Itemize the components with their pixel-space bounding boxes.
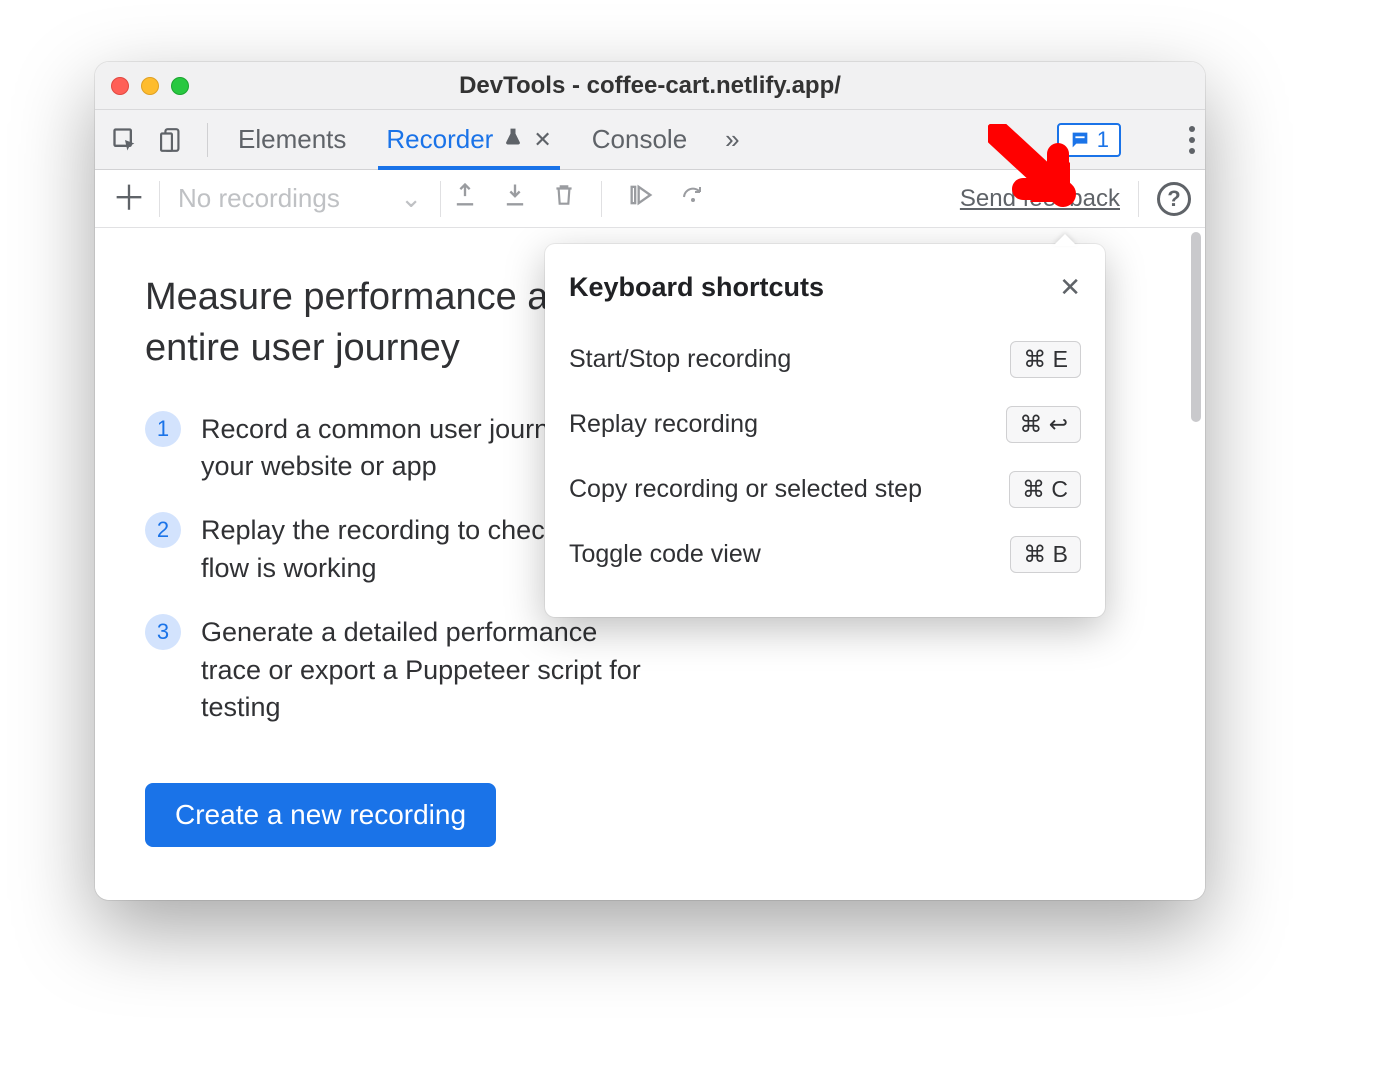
toolbar-actions: [451, 181, 708, 217]
divider: [207, 123, 208, 157]
tab-elements-label: Elements: [238, 124, 346, 155]
device-toolbar-icon[interactable]: [153, 120, 193, 160]
shortcut-label: Replay recording: [569, 410, 758, 439]
shortcut-row: Copy recording or selected step ⌘ C: [569, 457, 1081, 522]
shortcut-keys: ⌘ B: [1010, 536, 1081, 573]
step-number: 3: [145, 614, 181, 650]
titlebar: DevTools - coffee-cart.netlify.app/: [95, 62, 1205, 110]
more-tabs-icon[interactable]: »: [725, 124, 739, 155]
divider: [440, 181, 441, 217]
divider: [159, 181, 160, 217]
annotation-arrow-icon: [988, 124, 1078, 214]
recordings-select-label: No recordings: [178, 183, 340, 214]
shortcut-keys: ⌘ ↩: [1006, 406, 1081, 443]
step-number: 1: [145, 411, 181, 447]
shortcuts-popover: Keyboard shortcuts ✕ Start/Stop recordin…: [545, 244, 1105, 617]
tab-recorder[interactable]: Recorder ✕: [378, 110, 559, 169]
close-tab-icon[interactable]: ✕: [533, 127, 551, 153]
divider: [601, 181, 602, 217]
add-recording-button[interactable]: ＋: [109, 179, 149, 219]
tab-console-label: Console: [592, 124, 687, 155]
step-number: 2: [145, 512, 181, 548]
export-icon[interactable]: [451, 181, 479, 216]
play-icon[interactable]: [626, 181, 656, 216]
shortcut-label: Start/Stop recording: [569, 345, 791, 374]
step-icon[interactable]: [678, 183, 708, 214]
window-title: DevTools - coffee-cart.netlify.app/: [95, 72, 1205, 100]
scrollbar-thumb[interactable]: [1191, 232, 1201, 422]
create-recording-button[interactable]: Create a new recording: [145, 783, 496, 847]
tab-console[interactable]: Console: [584, 110, 695, 169]
tab-strip: Elements Recorder ✕ Console »: [230, 110, 740, 169]
shortcut-label: Copy recording or selected step: [569, 475, 922, 504]
kebab-menu-icon[interactable]: [1189, 126, 1195, 154]
step-item: 3 Generate a detailed performance trace …: [145, 614, 1155, 727]
divider: [1138, 181, 1139, 217]
tab-elements[interactable]: Elements: [230, 110, 354, 169]
flask-icon: [503, 124, 523, 155]
shortcut-label: Toggle code view: [569, 540, 761, 569]
shortcut-keys: ⌘ E: [1010, 341, 1081, 378]
tab-recorder-label: Recorder: [386, 124, 493, 155]
inspect-element-icon[interactable]: [105, 120, 145, 160]
popover-title: Keyboard shortcuts: [569, 272, 824, 303]
close-popover-button[interactable]: ✕: [1059, 272, 1081, 303]
shortcut-row: Start/Stop recording ⌘ E: [569, 327, 1081, 392]
shortcut-row: Replay recording ⌘ ↩: [569, 392, 1081, 457]
chevron-down-icon: ⌄: [400, 183, 422, 214]
step-text: Generate a detailed performance trace or…: [201, 614, 641, 727]
import-icon[interactable]: [501, 181, 529, 216]
issues-count: 1: [1097, 127, 1109, 153]
recordings-select[interactable]: No recordings ⌄: [170, 179, 430, 218]
help-button[interactable]: ?: [1157, 182, 1191, 216]
shortcut-keys: ⌘ C: [1009, 471, 1081, 508]
recorder-content: Measure performance across an entire use…: [95, 228, 1205, 900]
delete-icon[interactable]: [551, 181, 577, 216]
shortcut-row: Toggle code view ⌘ B: [569, 522, 1081, 587]
